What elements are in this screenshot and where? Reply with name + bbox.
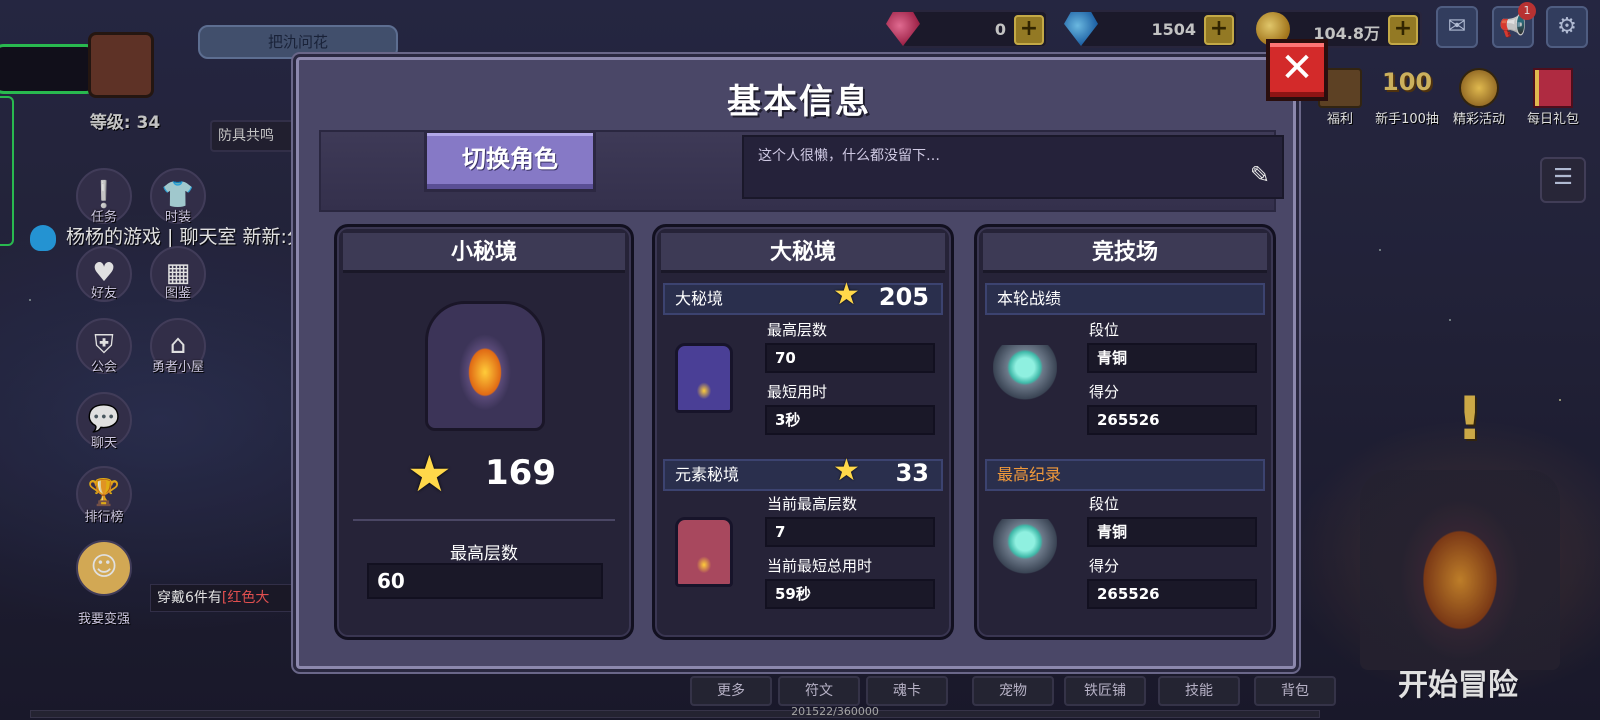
big-realm-min-time-value: 3秒 (765, 405, 935, 435)
element-realm-section-header: 元素秘境 ★ 33 (663, 453, 943, 491)
arena-best-score-label: 得分 (1089, 557, 1120, 575)
small-realm-max-floor-value: 60 (367, 563, 603, 599)
element-realm-cur-time-label: 当前最短总用时 (767, 557, 873, 575)
big-realm-section-label: 大秘境 (675, 289, 724, 308)
edit-pencil-icon[interactable]: ✎ (1250, 161, 1270, 189)
big-realm-tower-icon (675, 343, 733, 413)
arena-score-label: 得分 (1089, 383, 1120, 401)
star-icon: ★ (833, 277, 860, 312)
switch-role-button[interactable]: 切换角色 (424, 130, 596, 192)
big-realm-section-header: 大秘境 ★ 205 (663, 277, 943, 315)
arena-best-rank-value: 青铜 (1087, 517, 1257, 547)
big-realm-max-floor-value: 70 (765, 343, 935, 373)
small-realm-portal-icon (425, 301, 545, 431)
small-realm-max-floor-label: 最高层数 (450, 544, 518, 564)
star-icon: ★ (833, 453, 860, 488)
bronze-rank-emblem-icon (993, 519, 1057, 583)
element-realm-cur-floor-label: 当前最高层数 (767, 495, 858, 513)
element-realm-stars: 33 (895, 459, 929, 487)
arena-current-label: 本轮战绩 (997, 289, 1062, 308)
small-realm-divider (353, 519, 615, 521)
arena-panel: 竞技场 本轮战绩 段位 青铜 得分 265526 最高纪录 段位 青铜 得分 2… (974, 224, 1276, 640)
arena-title: 竞技场 (983, 233, 1267, 273)
element-realm-tower-icon (675, 517, 733, 587)
signature-box[interactable]: 这个人很懒，什么都没留下… ✎ (742, 135, 1284, 199)
element-realm-section-label: 元素秘境 (675, 465, 740, 484)
element-realm-cur-time-value: 59秒 (765, 579, 935, 609)
big-realm-stars: 205 (878, 283, 929, 311)
signature-text: 这个人很懒，什么都没留下… (758, 148, 940, 164)
arena-best-score-value: 265526 (1087, 579, 1257, 609)
arena-best-label: 最高纪录 (997, 465, 1062, 484)
big-realm-panel: 大秘境 大秘境 ★ 205 最高层数 70 最短用时 3秒 元素秘境 ★ 33 … (652, 224, 954, 640)
small-realm-panel: 小秘境 ★ 169 最高层数 60 (334, 224, 634, 640)
arena-current-section-header: 本轮战绩 (985, 283, 1265, 315)
star-icon: ★ (407, 445, 452, 503)
big-realm-min-time-label: 最短用时 (767, 383, 828, 401)
small-realm-stars: 169 (485, 453, 556, 493)
big-realm-max-floor-label: 最高层数 (767, 321, 828, 339)
modal-title: 基本信息 (727, 82, 871, 122)
arena-rank-value: 青铜 (1087, 343, 1257, 373)
arena-rank-label: 段位 (1089, 321, 1120, 339)
small-realm-title: 小秘境 (343, 233, 625, 273)
arena-best-section-header: 最高纪录 (985, 459, 1265, 491)
element-realm-cur-floor-value: 7 (765, 517, 935, 547)
close-button[interactable]: ✕ (1266, 39, 1328, 101)
arena-best-rank-label: 段位 (1089, 495, 1120, 513)
big-realm-title: 大秘境 (661, 233, 945, 273)
arena-score-value: 265526 (1087, 405, 1257, 435)
bronze-rank-emblem-icon (993, 345, 1057, 409)
